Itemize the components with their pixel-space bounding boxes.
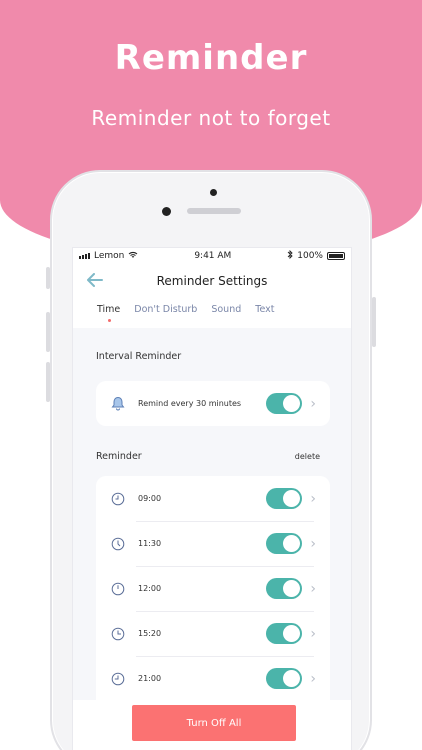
settings-content: Interval Reminder Remind every 30 minute… [73, 328, 351, 750]
reminder-toggle[interactable] [266, 578, 303, 599]
reminder-time: 21:00 [138, 674, 162, 683]
interval-section-label: Interval Reminder [96, 351, 182, 362]
phone-camera [210, 189, 217, 196]
reminder-row[interactable]: 09:00 › [96, 476, 330, 521]
promo-title: Reminder [114, 38, 308, 78]
reminder-time: 11:30 [138, 539, 162, 548]
clock-icon [110, 536, 126, 552]
reminder-list-card: 09:00 › 11:30 › 12:00 › 15:20 › 21:00 › [96, 476, 330, 716]
phone-volume-down [46, 362, 50, 402]
tab-dont-disturb[interactable]: Don't Disturb [134, 304, 197, 328]
clock-icon [110, 491, 126, 507]
reminder-time: 15:20 [138, 629, 162, 638]
turn-off-all-button[interactable]: Turn Off All [132, 705, 296, 741]
reminder-toggle[interactable] [266, 533, 303, 554]
chevron-right-icon: › [310, 670, 316, 687]
app-store-screenshot: Reminder Reminder not to forget Lemon 9:… [0, 0, 422, 750]
phone-power-button [372, 297, 376, 347]
chevron-right-icon: › [310, 490, 316, 507]
footer-bar: Turn Off All [73, 700, 351, 750]
clock-icon [110, 581, 126, 597]
chevron-right-icon: › [310, 625, 316, 642]
reminder-toggle[interactable] [266, 668, 303, 689]
interval-card: Remind every 30 minutes › [96, 381, 330, 426]
tab-text[interactable]: Text [255, 304, 274, 328]
chevron-right-icon: › [310, 395, 316, 412]
reminder-row[interactable]: 15:20 › [96, 611, 330, 656]
carrier-name: Lemon [94, 251, 125, 261]
app-screen: Lemon 9:41 AM 100% Reminder Settings Tim… [72, 247, 352, 750]
battery-percent: 100% [297, 251, 323, 261]
bluetooth-icon [287, 249, 293, 262]
interval-toggle[interactable] [266, 393, 303, 414]
chevron-right-icon: › [310, 535, 316, 552]
signal-icon [79, 253, 90, 259]
phone-side-button [46, 267, 50, 289]
wifi-icon [128, 251, 138, 262]
reminder-time: 12:00 [138, 584, 162, 593]
clock-icon [110, 626, 126, 642]
battery-icon [326, 252, 345, 260]
status-time: 9:41 AM [194, 251, 232, 261]
reminder-time: 09:00 [138, 494, 162, 503]
chevron-right-icon: › [310, 580, 316, 597]
reminder-toggle[interactable] [266, 488, 303, 509]
bell-icon [110, 396, 126, 412]
reminder-toggle[interactable] [266, 623, 303, 644]
reminder-row[interactable]: 12:00 › [96, 566, 330, 611]
status-bar: Lemon 9:41 AM 100% [73, 248, 351, 264]
reminder-section-label: Reminder [96, 451, 142, 462]
tab-sound[interactable]: Sound [211, 304, 241, 328]
interval-reminder-row[interactable]: Remind every 30 minutes › [96, 381, 330, 426]
tab-time[interactable]: Time [97, 304, 120, 328]
clock-icon [110, 671, 126, 687]
tab-bar: Time Don't Disturb Sound Text [73, 298, 351, 328]
interval-reminder-text: Remind every 30 minutes [138, 399, 242, 408]
phone-sensor [162, 207, 171, 216]
delete-button[interactable]: delete [295, 452, 320, 461]
nav-bar: Reminder Settings [73, 264, 351, 298]
phone-volume-up [46, 312, 50, 352]
phone-frame: Lemon 9:41 AM 100% Reminder Settings Tim… [46, 170, 376, 750]
reminder-row[interactable]: 21:00 › [96, 656, 330, 701]
back-arrow-icon[interactable] [87, 271, 103, 292]
page-title: Reminder Settings [156, 274, 268, 288]
reminder-row[interactable]: 11:30 › [96, 521, 330, 566]
promo-subtitle: Reminder not to forget [91, 106, 331, 130]
phone-speaker [187, 208, 241, 214]
